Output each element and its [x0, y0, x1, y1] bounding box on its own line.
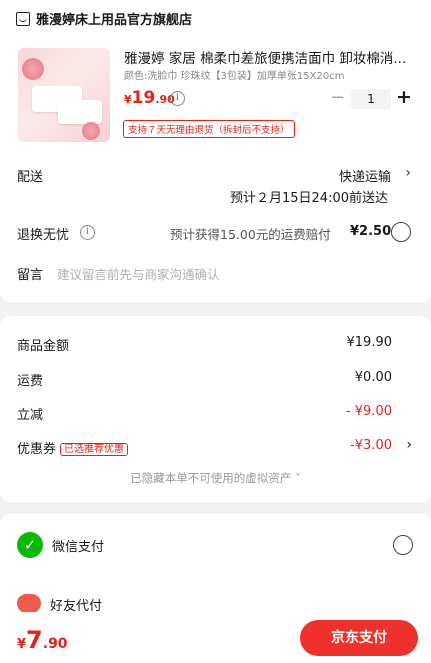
- message-input[interactable]: 建议留言前先与商家沟通确认: [57, 264, 220, 283]
- rose-decoration: [82, 122, 100, 140]
- returns-description: 预计获得15.00元的运费赔付: [170, 227, 331, 242]
- goods-amount-row: 商品金额 ¥19.90: [17, 335, 414, 354]
- message-label: 留言: [17, 268, 44, 283]
- shop-header[interactable]: 雅漫婷床上用品官方旗舰店: [16, 9, 192, 28]
- order-card: 雅漫婷床上用品官方旗舰店 雅漫婷 家居 棉柔巾差旅便携洁面巾 卸妆棉消... 颜…: [0, 0, 431, 302]
- returns-radio[interactable]: [391, 222, 411, 242]
- quantity-minus-button[interactable]: −: [330, 89, 345, 108]
- info-icon[interactable]: i: [170, 91, 185, 106]
- wechat-pay-option[interactable]: ✓ 微信支付: [17, 532, 104, 558]
- info-icon[interactable]: i: [80, 225, 95, 240]
- product-title[interactable]: 雅漫婷 家居 棉柔巾差旅便携洁面巾 卸妆棉消...: [124, 47, 420, 67]
- goods-amount-label: 商品金额: [17, 339, 70, 354]
- chevron-right-icon[interactable]: ›: [406, 437, 412, 453]
- product-thumbnail[interactable]: [18, 48, 110, 142]
- shop-icon: [16, 11, 30, 26]
- discount-label: 立减: [17, 408, 44, 423]
- coupon-row[interactable]: 优惠券 已选推荐优惠 -¥3.00 ›: [17, 437, 414, 457]
- shop-name: 雅漫婷床上用品官方旗舰店: [36, 13, 193, 28]
- friend-pay-icon: [17, 594, 41, 614]
- wechat-pay-radio[interactable]: [393, 535, 413, 555]
- product-price: ¥19.90: [124, 88, 175, 108]
- total-price: ¥7.90: [17, 626, 68, 654]
- wechat-pay-label: 微信支付: [52, 539, 105, 555]
- total-symbol: ¥: [17, 637, 27, 652]
- coupon-value: -¥3.00: [350, 438, 392, 453]
- delivery-label: 配送: [17, 170, 44, 185]
- total-integer: 7: [26, 626, 43, 654]
- discount-value: - ¥9.00: [345, 404, 392, 419]
- total-decimal: .90: [42, 636, 68, 652]
- shipping-value: ¥0.00: [354, 370, 392, 385]
- discount-row: 立减 - ¥9.00: [17, 404, 414, 423]
- delivery-estimate: 预计２月15日24:00前送达: [229, 191, 388, 206]
- wechat-icon: ✓: [17, 532, 43, 558]
- returns-price: ¥2.50: [350, 224, 392, 239]
- checkout-bar: ¥7.90 京东支付: [0, 612, 431, 663]
- price-symbol: ¥: [124, 93, 132, 106]
- product-spec[interactable]: 颜色:洗脸巾 珍珠纹【3包装】加厚单张15X20cm: [124, 67, 344, 82]
- quantity-input[interactable]: 1: [351, 89, 391, 109]
- rose-decoration: [22, 58, 44, 80]
- coupon-label: 优惠券: [17, 442, 57, 457]
- coupon-tag: 已选推荐优惠: [60, 443, 129, 456]
- pack-image: [58, 100, 102, 124]
- quantity-plus-button[interactable]: +: [396, 88, 412, 108]
- shipping-row: 运费 ¥0.00: [17, 370, 414, 389]
- delivery-method[interactable]: 快递运输: [339, 166, 391, 185]
- shipping-label: 运费: [17, 374, 44, 389]
- goods-amount-value: ¥19.90: [346, 335, 393, 350]
- friend-pay-option[interactable]: 好友代付: [17, 594, 102, 614]
- chevron-right-icon[interactable]: ›: [405, 165, 411, 181]
- pay-button[interactable]: 京东支付: [300, 620, 418, 656]
- hidden-assets-toggle[interactable]: 已隐藏本单不可使用的虚拟资产 ˅: [0, 470, 431, 486]
- returns-label: 退换无忧: [17, 228, 70, 243]
- return-policy-badge: 支持７天无理由退货（拆封后不支持）: [123, 120, 295, 138]
- friend-pay-label: 好友代付: [50, 598, 103, 614]
- price-integer: 19: [131, 88, 156, 108]
